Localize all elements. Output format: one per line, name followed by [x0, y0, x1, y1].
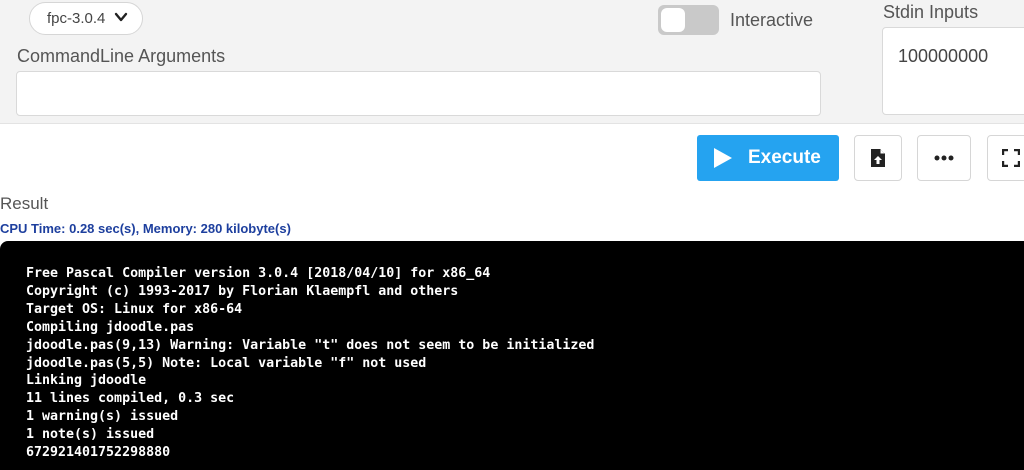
file-upload-icon	[871, 149, 885, 167]
output-line: 1 warning(s) issued	[26, 409, 179, 425]
fullscreen-button[interactable]	[987, 135, 1024, 181]
output-line: Target OS: Linux for x86-64	[26, 301, 243, 317]
output-line: Compiling jdoodle.pas	[26, 319, 195, 335]
output-line: Linking jdoodle	[26, 373, 147, 389]
output-line: jdoodle.pas(5,5) Note: Local variable "f…	[26, 355, 427, 371]
chevron-down-icon	[114, 12, 128, 22]
execute-label: Execute	[748, 147, 821, 168]
version-select-value: fpc-3.0.4	[47, 10, 106, 27]
stdin-label: Stdin Inputs	[883, 2, 979, 22]
stdin-value: 100000000	[898, 46, 989, 66]
output-line: 672921401752298880	[26, 445, 171, 461]
version-select[interactable]: fpc-3.0.4	[29, 2, 143, 35]
execute-button[interactable]: Execute	[697, 135, 839, 181]
fullscreen-icon	[1002, 149, 1020, 167]
output-line: jdoodle.pas(9,13) Warning: Variable "t" …	[26, 337, 595, 353]
interactive-label: Interactive	[730, 10, 814, 30]
upload-button[interactable]	[854, 135, 902, 181]
play-icon	[714, 148, 732, 168]
cmdline-input[interactable]	[16, 71, 821, 116]
output-console: Free Pascal Compiler version 3.0.4 [2018…	[0, 241, 1024, 470]
interactive-toggle[interactable]	[658, 5, 719, 35]
more-button[interactable]	[917, 135, 971, 181]
toggle-knob	[661, 8, 685, 32]
output-line: 11 lines compiled, 0.3 sec	[26, 391, 235, 407]
stdin-input[interactable]: 100000000	[882, 27, 1024, 115]
output-line: Free Pascal Compiler version 3.0.4 [2018…	[26, 266, 491, 281]
page: fpc-3.0.4 Interactive CommandLine Argume…	[0, 0, 1024, 470]
cmdline-label: CommandLine Arguments	[17, 46, 226, 66]
execution-stats: CPU Time: 0.28 sec(s), Memory: 280 kilob…	[0, 221, 291, 236]
output-line: 1 note(s) issued	[26, 427, 155, 443]
settings-panel: fpc-3.0.4 Interactive CommandLine Argume…	[0, 0, 1024, 124]
result-label: Result	[0, 194, 49, 213]
output-line: Copyright (c) 1993-2017 by Florian Klaem…	[26, 283, 459, 299]
more-dots-icon	[934, 155, 954, 161]
